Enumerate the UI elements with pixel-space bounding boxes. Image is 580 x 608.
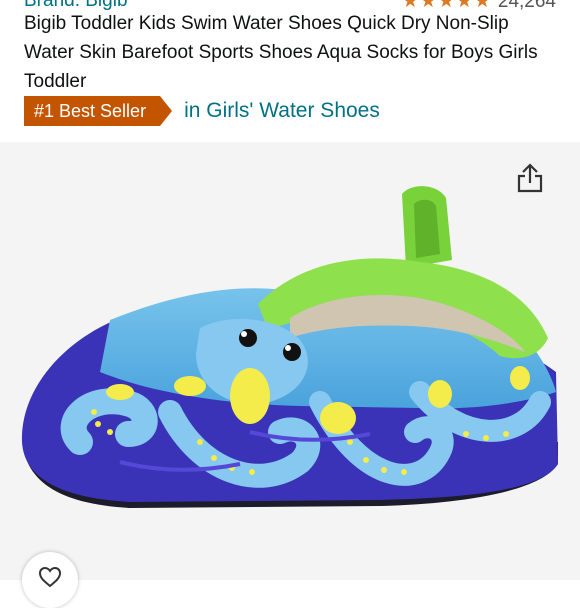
product-title: Bigib Toddler Kids Swim Water Shoes Quic… xyxy=(24,13,538,92)
product-image xyxy=(21,186,558,508)
favorite-button[interactable] xyxy=(22,552,78,608)
heart-icon xyxy=(38,566,62,588)
best-seller-category-link[interactable]: in Girls' Water Shoes xyxy=(184,99,380,123)
best-seller-badge: #1 Best Seller xyxy=(24,96,173,126)
product-image-area[interactable] xyxy=(0,142,580,608)
share-button[interactable] xyxy=(508,156,552,200)
best-seller-row: #1 Best Seller in Girls' Water Shoes xyxy=(24,96,380,126)
share-icon xyxy=(517,163,543,193)
